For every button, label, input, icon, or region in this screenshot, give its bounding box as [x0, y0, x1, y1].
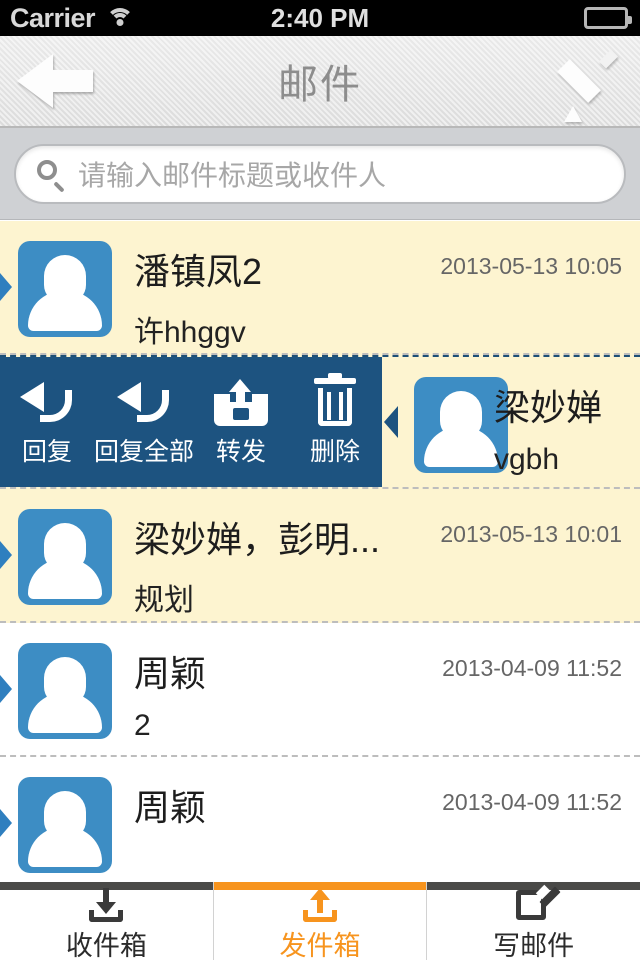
table-row[interactable]: 梁妙婵，彭明... 规划 2013-05-13 10:01 — [0, 489, 640, 623]
chevron-right-icon — [0, 675, 12, 703]
email-subject: vgbh — [494, 443, 560, 476]
email-sender: 梁妙婵 — [494, 387, 603, 428]
inbox-download-icon — [88, 887, 124, 922]
mail-app-screen: Carrier 2:40 PM 邮件 请输入邮件标题或收件人 潘镇凤2 许hhg… — [0, 0, 640, 960]
compose-mail-icon — [515, 884, 561, 922]
reply-action[interactable]: 回复 — [0, 357, 94, 487]
table-row[interactable]: 潘镇凤2 许hhggv 2013-05-13 10:05 — [0, 221, 640, 355]
tab-outbox-label: 发件箱 — [279, 930, 361, 960]
status-bar: Carrier 2:40 PM — [0, 0, 640, 36]
table-row-swiped[interactable]: 回复 回复全部 转发 删除 梁妙婵 vgbh — [0, 355, 640, 489]
reply-all-action[interactable]: 回复全部 — [94, 357, 194, 487]
email-timestamp: 2013-04-09 11:52 — [442, 655, 622, 681]
reply-icon — [20, 376, 74, 426]
search-input[interactable]: 请输入邮件标题或收件人 — [14, 143, 626, 204]
tab-compose[interactable]: 写邮件 — [427, 882, 640, 960]
reply-all-icon — [117, 376, 171, 426]
email-sender: 潘镇凤2 — [134, 251, 263, 292]
tab-outbox[interactable]: 发件箱 — [213, 882, 428, 960]
back-arrow-icon — [17, 54, 93, 108]
bottom-tab-bar: 收件箱 发件箱 写邮件 — [0, 882, 640, 960]
back-button[interactable] — [0, 35, 110, 127]
table-row[interactable]: 周颖 2013-04-09 11:52 — [0, 757, 640, 882]
search-bar: 请输入邮件标题或收件人 — [0, 128, 640, 220]
email-subject: 许hhggv — [134, 316, 246, 349]
reply-label: 回复 — [21, 438, 72, 466]
tab-inbox-label: 收件箱 — [65, 930, 147, 960]
tab-inbox[interactable]: 收件箱 — [0, 882, 214, 960]
avatar — [18, 509, 112, 605]
forward-icon — [214, 376, 269, 426]
status-bar-clock: 2:40 PM — [270, 2, 370, 33]
email-timestamp: 2013-04-09 11:52 — [442, 789, 622, 815]
search-placeholder: 请输入邮件标题或收件人 — [78, 159, 387, 191]
trash-icon — [314, 373, 357, 426]
pencil-icon — [557, 49, 619, 122]
tab-compose-label: 写邮件 — [493, 930, 575, 960]
email-subject: 规划 — [134, 584, 194, 617]
chevron-right-icon — [0, 273, 12, 301]
chevron-left-icon[interactable] — [384, 406, 398, 438]
delete-label: 删除 — [310, 438, 361, 466]
email-subject: 2 — [134, 709, 151, 742]
chevron-right-icon — [0, 809, 12, 837]
reply-all-label: 回复全部 — [94, 438, 195, 466]
forward-label: 转发 — [216, 438, 267, 466]
email-list[interactable]: 潘镇凤2 许hhggv 2013-05-13 10:05 回复 回复全部 转发 … — [0, 221, 640, 882]
avatar — [18, 241, 112, 337]
email-sender: 周颖 — [134, 653, 207, 694]
navigation-bar: 邮件 — [0, 36, 640, 128]
forward-action[interactable]: 转发 — [194, 357, 288, 487]
chevron-right-icon — [0, 541, 12, 569]
email-timestamp: 2013-05-13 10:01 — [440, 521, 622, 547]
avatar — [18, 643, 112, 739]
swipe-action-panel: 回复 回复全部 转发 删除 — [0, 357, 382, 487]
email-sender: 周颖 — [134, 787, 207, 828]
email-timestamp: 2013-05-13 10:05 — [440, 253, 622, 279]
search-icon — [36, 159, 66, 193]
battery-icon — [584, 7, 632, 29]
outbox-upload-icon — [302, 887, 338, 922]
avatar — [18, 777, 112, 873]
compose-button[interactable] — [540, 35, 640, 127]
table-row[interactable]: 周颖 2 2013-04-09 11:52 — [0, 623, 640, 757]
delete-action[interactable]: 删除 — [288, 357, 382, 487]
email-sender: 梁妙婵，彭明... — [134, 519, 381, 560]
